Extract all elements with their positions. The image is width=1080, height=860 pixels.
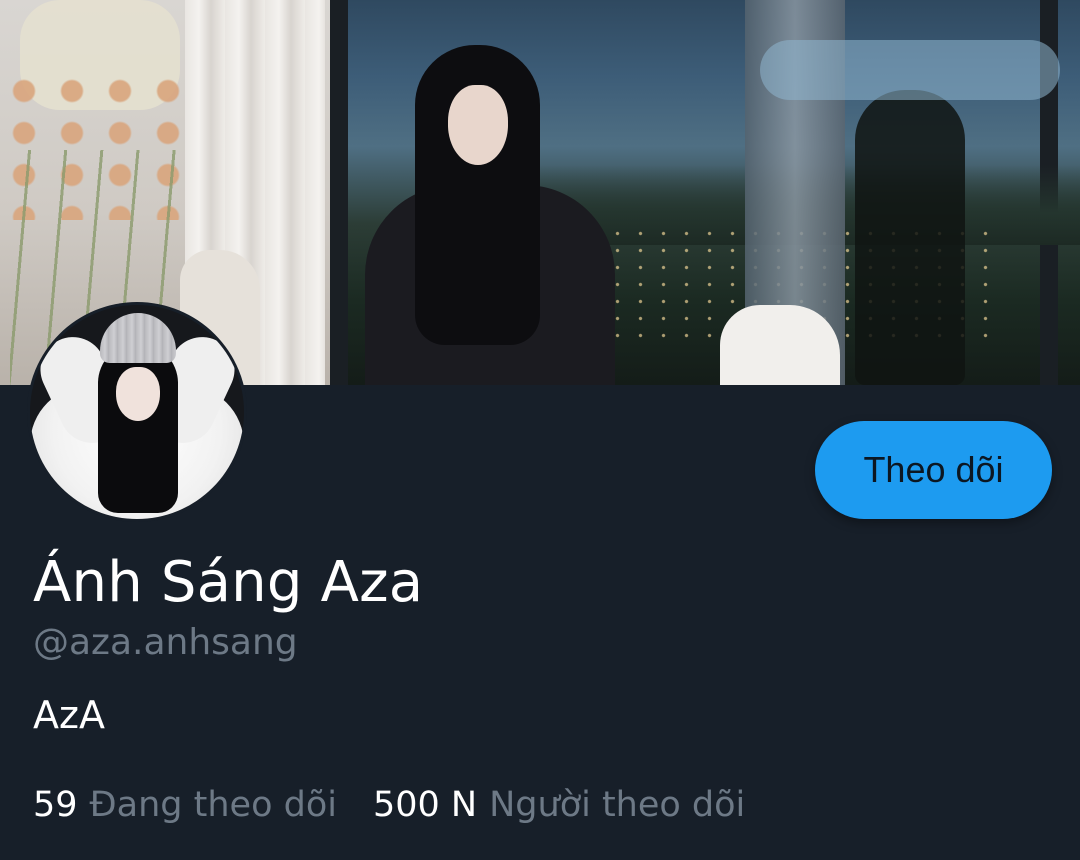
followers-count: 500 N xyxy=(372,785,478,825)
follow-button[interactable]: Theo dõi xyxy=(815,421,1052,519)
following-label: Đang theo dõi xyxy=(89,785,337,825)
profile-bio: AzA xyxy=(33,693,105,737)
display-name: Ánh Sáng Aza xyxy=(33,550,424,615)
followers-stat-link[interactable]: 500 N Người theo dõi xyxy=(373,785,745,825)
profile-page: Theo dõi Ánh Sáng Aza @aza.anhsang AzA 5… xyxy=(0,0,1080,860)
profile-stats: 59 Đang theo dõi 500 N Người theo dõi xyxy=(33,785,745,825)
username-handle: @aza.anhsang xyxy=(33,622,298,663)
following-count: 59 xyxy=(33,785,78,825)
following-stat-link[interactable]: 59 Đang theo dõi xyxy=(33,785,337,825)
followers-label: Người theo dõi xyxy=(489,785,746,825)
profile-avatar[interactable] xyxy=(27,302,247,522)
